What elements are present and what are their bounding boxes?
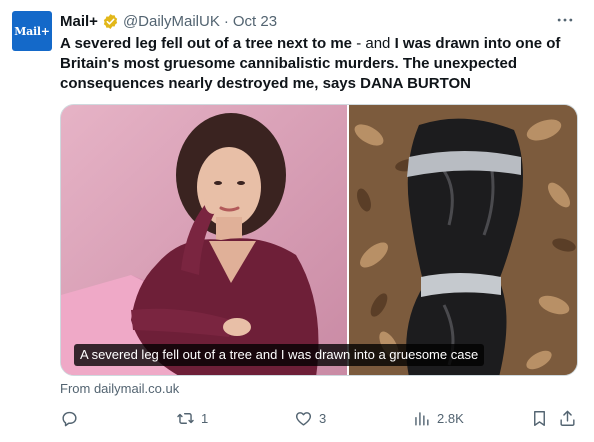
like-count: 3: [319, 410, 327, 426]
views-button[interactable]: 2.8K: [412, 406, 464, 430]
action-bar: 1 3 2.8K: [60, 406, 580, 430]
portrait-image: [61, 105, 347, 375]
more-options-icon[interactable]: [554, 10, 576, 30]
tweet-header: Mail+ @DailyMailUK · Oct 23: [60, 11, 277, 31]
like-button[interactable]: 3: [294, 406, 326, 430]
views-chart-icon: [415, 411, 429, 426]
views-count: 2.8K: [437, 410, 464, 426]
heart-icon: [295, 411, 312, 426]
reply-button[interactable]: [60, 406, 85, 430]
share-icon: [560, 410, 575, 426]
media-caption: A severed leg fell out of a tree and I w…: [74, 344, 485, 366]
repost-button[interactable]: 1: [176, 406, 208, 430]
handle[interactable]: @DailyMailUK: [123, 13, 220, 30]
evidence-image: [347, 105, 577, 375]
tweet-card[interactable]: Mail+ Mail+ @DailyMailUK · Oct 23 A seve…: [0, 0, 594, 442]
separator: ·: [223, 12, 229, 30]
media-card[interactable]: [60, 104, 578, 376]
portrait-illustration: [61, 105, 347, 375]
reply-icon: [62, 411, 77, 426]
avatar[interactable]: Mail+: [12, 11, 52, 51]
display-name[interactable]: Mail+: [60, 13, 98, 30]
post-text-light: - and: [352, 35, 395, 52]
repost-count: 1: [201, 410, 209, 426]
bookmark-button[interactable]: [530, 406, 549, 430]
repost-icon: [177, 412, 194, 424]
share-button[interactable]: [558, 406, 577, 430]
source-link[interactable]: From dailymail.co.uk: [60, 381, 179, 396]
post-text: A severed leg fell out of a tree next to…: [60, 34, 580, 94]
post-text-bold-1: A severed leg fell out of a tree next to…: [60, 35, 353, 52]
avatar-text: Mail+: [14, 24, 50, 38]
bag-illustration: [349, 105, 577, 375]
verified-badge-icon[interactable]: [102, 13, 119, 30]
bookmark-icon: [534, 410, 545, 426]
post-date[interactable]: Oct 23: [233, 13, 277, 30]
